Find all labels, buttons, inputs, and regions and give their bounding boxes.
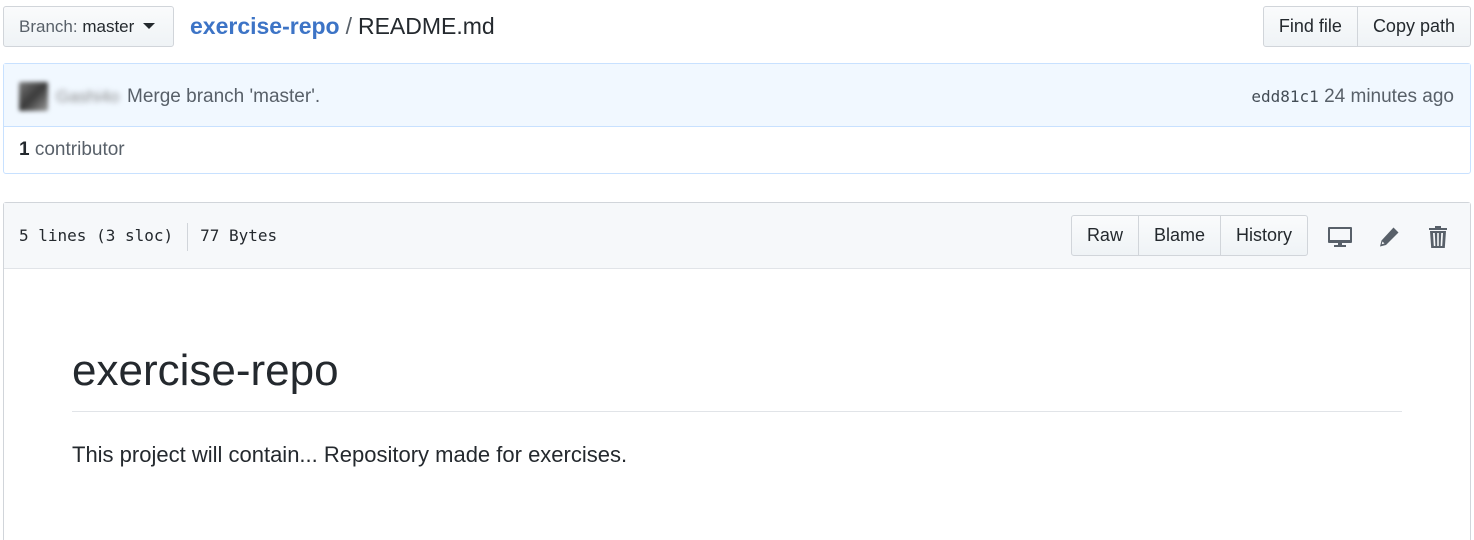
commit-box: Gashi4o Merge branch 'master'. edd81c1 2… [3, 63, 1471, 174]
commit-tease: Gashi4o Merge branch 'master'. edd81c1 2… [4, 64, 1470, 127]
blame-button[interactable]: Blame [1138, 215, 1221, 256]
avatar[interactable] [19, 82, 48, 111]
commit-time: 24 minutes ago [1324, 86, 1454, 107]
file-name: README.md [357, 13, 495, 39]
contributor-count: 1 [19, 139, 30, 160]
readme-heading: exercise-repo [72, 343, 1402, 412]
readme-paragraph: This project will contain... Repository … [72, 442, 628, 467]
file-header: 5 lines (3 sloc) 77 Bytes Raw Blame Histo… [4, 203, 1470, 269]
commit-sha[interactable]: edd81c1 [1251, 87, 1318, 106]
file-size: 77 Bytes [200, 226, 278, 245]
caret-down-icon [143, 22, 156, 29]
path-actions: Find file Copy path [1262, 6, 1471, 47]
file-view-page: Branch: master exercise-repo / README.md F… [0, 0, 1474, 540]
file-box: 5 lines (3 sloc) 77 Bytes Raw Blame Histo… [3, 202, 1471, 540]
readme-content: exercise-repo This project will contain.… [72, 269, 1402, 470]
desktop-icon[interactable] [1326, 223, 1354, 251]
commit-author[interactable]: Gashi4o [56, 84, 119, 109]
file-actions: Raw Blame History [1070, 215, 1308, 256]
contributors-summary[interactable]: 1 contributor [4, 127, 1470, 173]
raw-button[interactable]: Raw [1070, 215, 1139, 256]
file-lines: 5 lines (3 sloc) [19, 226, 174, 245]
history-button[interactable]: History [1220, 215, 1308, 256]
commit-meta: edd81c1 24 minutes ago [1251, 84, 1454, 109]
branch-select-button[interactable]: Branch: master [3, 6, 174, 47]
find-file-button[interactable]: Find file [1262, 6, 1358, 47]
contributor-label: contributor [34, 139, 125, 160]
branch-label: Branch: [19, 17, 78, 36]
copy-path-button[interactable]: Copy path [1357, 6, 1471, 47]
file-info: 5 lines (3 sloc) 77 Bytes [19, 203, 277, 269]
trash-icon[interactable] [1424, 223, 1452, 251]
pencil-icon[interactable] [1375, 223, 1403, 251]
branch-name: master [82, 17, 135, 36]
breadcrumb: exercise-repo / README.md [190, 6, 495, 47]
breadcrumb-separator: / [345, 13, 352, 39]
commit-message[interactable]: Merge branch 'master'. [127, 84, 320, 109]
file-info-divider [187, 222, 189, 251]
repo-link[interactable]: exercise-repo [190, 13, 340, 39]
file-navigation: Branch: master exercise-repo / README.md F… [3, 6, 1471, 47]
